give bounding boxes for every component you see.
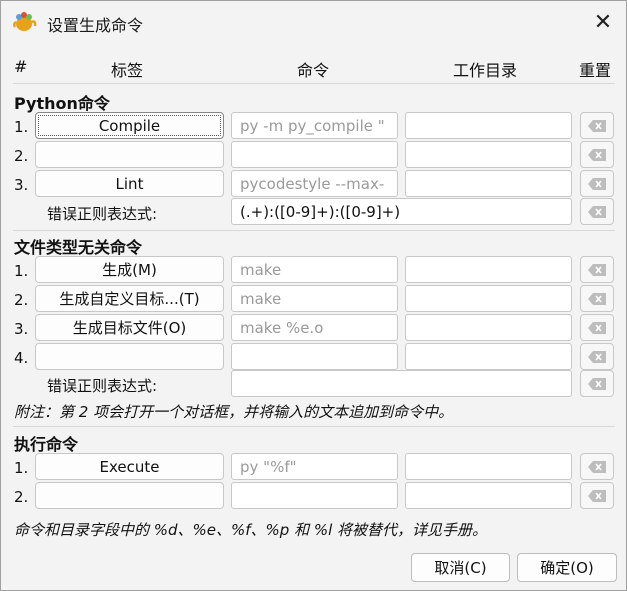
independent-workdir-field-2[interactable] [405, 285, 572, 312]
clear-icon [588, 377, 606, 390]
section-independent-heading: 文件类型无关命令 [14, 238, 143, 257]
independent-regex-label: 错误正则表达式: [47, 377, 158, 395]
independent-clear-button-3[interactable] [580, 314, 614, 341]
python-regex-field[interactable]: (.+):([0-9]+):([0-9]+) [231, 198, 572, 225]
separator [13, 83, 615, 84]
ok-button[interactable]: 确定(O) [517, 553, 617, 582]
clear-icon [588, 119, 606, 132]
independent-command-field-1[interactable]: make [231, 256, 398, 283]
col-header-workdir: 工作目录 [453, 61, 518, 80]
independent-label-button-1[interactable]: 生成(M) [35, 256, 224, 283]
python-regex-label: 错误正则表达式: [47, 205, 158, 223]
row-number: 1. [14, 262, 29, 280]
row-number: 3. [14, 320, 29, 338]
python-command-field-3[interactable]: pycodestyle --max- [231, 170, 398, 197]
clear-icon [588, 205, 606, 218]
python-command-field-2[interactable] [231, 141, 398, 168]
execute-label-button-1[interactable]: Execute [35, 453, 224, 480]
independent-regex-field[interactable] [231, 370, 572, 397]
clear-icon [588, 489, 606, 502]
clear-icon [588, 350, 606, 363]
clear-icon [588, 148, 606, 161]
independent-note: 附注：第 2 项会打开一个对话框，并将输入的文本追加到命令中。 [14, 403, 454, 421]
python-clear-button-2[interactable] [580, 141, 614, 168]
col-header-command: 命令 [297, 61, 330, 80]
clear-icon [588, 292, 606, 305]
title-bar: 设置生成命令 ✕ [1, 1, 626, 43]
independent-command-field-2[interactable]: make [231, 285, 398, 312]
execute-label-button-2[interactable] [35, 482, 224, 509]
execute-workdir-field-2[interactable] [405, 482, 572, 509]
python-label-button-1[interactable]: Compile [35, 112, 224, 139]
row-number: 2. [14, 488, 29, 506]
independent-label-button-2[interactable]: 生成自定义目标...(T) [35, 285, 224, 312]
python-label-button-3[interactable]: Lint [35, 170, 224, 197]
python-clear-button-1[interactable] [580, 112, 614, 139]
python-workdir-field-2[interactable] [405, 141, 572, 168]
python-workdir-field-3[interactable] [405, 170, 572, 197]
execute-workdir-field-1[interactable] [405, 453, 572, 480]
window-title: 设置生成命令 [47, 16, 144, 35]
section-python-heading: Python命令 [14, 94, 110, 113]
col-header-reset: 重置 [579, 61, 612, 80]
independent-label-button-3[interactable]: 生成目标文件(O) [35, 314, 224, 341]
row-number: 1. [14, 459, 29, 477]
col-header-label: 标签 [111, 61, 144, 80]
independent-clear-button-1[interactable] [580, 256, 614, 283]
independent-label-button-4[interactable] [35, 343, 224, 370]
separator [13, 230, 615, 231]
row-number: 1. [14, 118, 29, 136]
python-command-field-1[interactable]: py -m py_compile " [231, 112, 398, 139]
clear-icon [588, 177, 606, 190]
execute-command-field-2[interactable] [231, 482, 398, 509]
row-number: 2. [14, 291, 29, 309]
independent-workdir-field-4[interactable] [405, 343, 572, 370]
clear-icon [588, 460, 606, 473]
execute-clear-button-2[interactable] [580, 482, 614, 509]
execute-clear-button-1[interactable] [580, 453, 614, 480]
clear-icon [588, 321, 606, 334]
independent-workdir-field-3[interactable] [405, 314, 572, 341]
app-teapot-icon [13, 12, 37, 31]
python-regex-clear-button[interactable] [580, 198, 614, 225]
build-commands-dialog: 设置生成命令 ✕ # 标签 命令 工作目录 重置 Python命令 1. Com… [0, 0, 627, 591]
independent-regex-clear-button[interactable] [580, 370, 614, 397]
independent-workdir-field-1[interactable] [405, 256, 572, 283]
cancel-button[interactable]: 取消(C) [411, 553, 510, 582]
row-number: 3. [14, 176, 29, 194]
row-number: 2. [14, 147, 29, 165]
close-button[interactable]: ✕ [580, 1, 626, 43]
independent-command-field-3[interactable]: make %e.o [231, 314, 398, 341]
row-number: 4. [14, 349, 29, 367]
footer-note: 命令和目录字段中的 %d、%e、%f、%p 和 %l 将被替代，详见手册。 [14, 521, 488, 539]
independent-clear-button-4[interactable] [580, 343, 614, 370]
python-clear-button-3[interactable] [580, 170, 614, 197]
close-icon: ✕ [593, 9, 613, 35]
clear-icon [588, 263, 606, 276]
separator [13, 426, 615, 427]
execute-command-field-1[interactable]: py "%f" [231, 453, 398, 480]
independent-command-field-4[interactable] [231, 343, 398, 370]
section-execute-heading: 执行命令 [14, 435, 79, 454]
python-label-button-2[interactable] [35, 141, 224, 168]
python-workdir-field-1[interactable] [405, 112, 572, 139]
independent-clear-button-2[interactable] [580, 285, 614, 312]
col-header-num: # [14, 57, 28, 76]
